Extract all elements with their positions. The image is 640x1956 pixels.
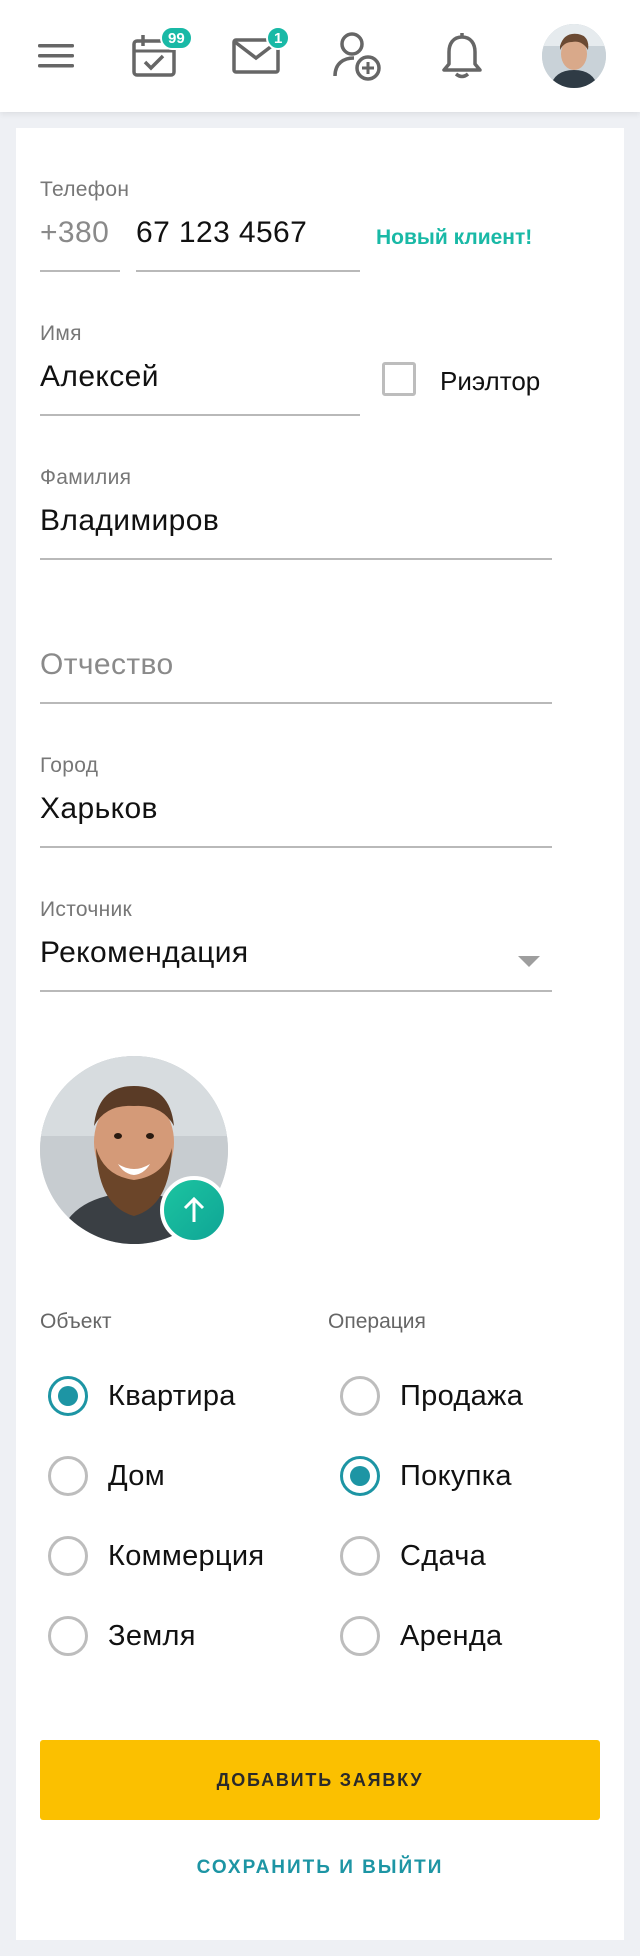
last-name-underline	[40, 558, 552, 560]
user-avatar-image	[542, 24, 606, 88]
city-underline	[40, 846, 552, 848]
phone-label: Телефон	[40, 178, 130, 201]
client-form-card: Телефон +380 67 123 4567 Новый клиент! И…	[16, 128, 624, 1940]
last-name-label: Фамилия	[40, 466, 132, 489]
city-label: Город	[40, 754, 99, 777]
last-name-input[interactable]: Владимиров	[40, 504, 219, 538]
operation-radio-rent[interactable]	[340, 1616, 380, 1656]
user-avatar[interactable]	[542, 24, 606, 88]
top-app-bar: 99 1	[0, 0, 640, 112]
object-label-house[interactable]: Дом	[108, 1460, 165, 1493]
upload-photo-button[interactable]	[160, 1176, 228, 1244]
realtor-label[interactable]: Риэлтор	[440, 366, 540, 397]
object-label-commercial[interactable]: Коммерция	[108, 1540, 264, 1573]
add-client-button[interactable]	[328, 26, 388, 86]
phone-input[interactable]: 67 123 4567	[136, 216, 307, 250]
object-label-land[interactable]: Земля	[108, 1620, 196, 1653]
operation-label-lease[interactable]: Сдача	[400, 1540, 486, 1573]
source-select[interactable]: Рекомендация	[40, 936, 249, 970]
object-group-title: Объект	[40, 1310, 112, 1333]
phone-input-underline	[136, 270, 360, 272]
menu-button[interactable]	[26, 26, 86, 86]
new-client-status: Новый клиент!	[376, 226, 533, 249]
add-request-button[interactable]: ДОБАВИТЬ ЗАЯВКУ	[40, 1740, 600, 1820]
patronymic-underline	[40, 702, 552, 704]
operation-radio-sale[interactable]	[340, 1376, 380, 1416]
phone-prefix-underline	[40, 270, 120, 272]
save-and-exit-button[interactable]: СОХРАНИТЬ И ВЫЙТИ	[40, 1840, 600, 1896]
source-underline	[40, 990, 552, 992]
first-name-input[interactable]: Алексей	[40, 360, 159, 394]
object-radio-house[interactable]	[48, 1456, 88, 1496]
first-name-label: Имя	[40, 322, 82, 345]
operation-label-sale[interactable]: Продажа	[400, 1380, 523, 1413]
operation-radio-lease[interactable]	[340, 1536, 380, 1576]
operation-radio-purchase[interactable]	[340, 1456, 380, 1496]
operation-group-title: Операция	[328, 1310, 426, 1333]
first-name-underline	[40, 414, 360, 416]
bell-icon	[442, 33, 482, 79]
messages-badge: 1	[266, 26, 291, 50]
chevron-down-icon[interactable]	[518, 956, 540, 967]
object-label-apartment[interactable]: Квартира	[108, 1380, 236, 1413]
phone-prefix[interactable]: +380	[40, 216, 109, 250]
patronymic-input[interactable]: Отчество	[40, 648, 174, 682]
hamburger-icon	[38, 44, 74, 68]
object-radio-apartment[interactable]	[48, 1376, 88, 1416]
realtor-checkbox[interactable]	[382, 362, 416, 396]
operation-label-purchase[interactable]: Покупка	[400, 1460, 512, 1493]
object-radio-commercial[interactable]	[48, 1536, 88, 1576]
arrow-up-icon	[183, 1196, 205, 1222]
user-add-icon	[333, 32, 381, 81]
city-input[interactable]: Харьков	[40, 792, 158, 826]
operation-label-rent[interactable]: Аренда	[400, 1620, 502, 1653]
calendar-badge: 99	[160, 26, 193, 50]
source-label: Источник	[40, 898, 133, 921]
notifications-button[interactable]	[432, 26, 492, 86]
object-radio-land[interactable]	[48, 1616, 88, 1656]
